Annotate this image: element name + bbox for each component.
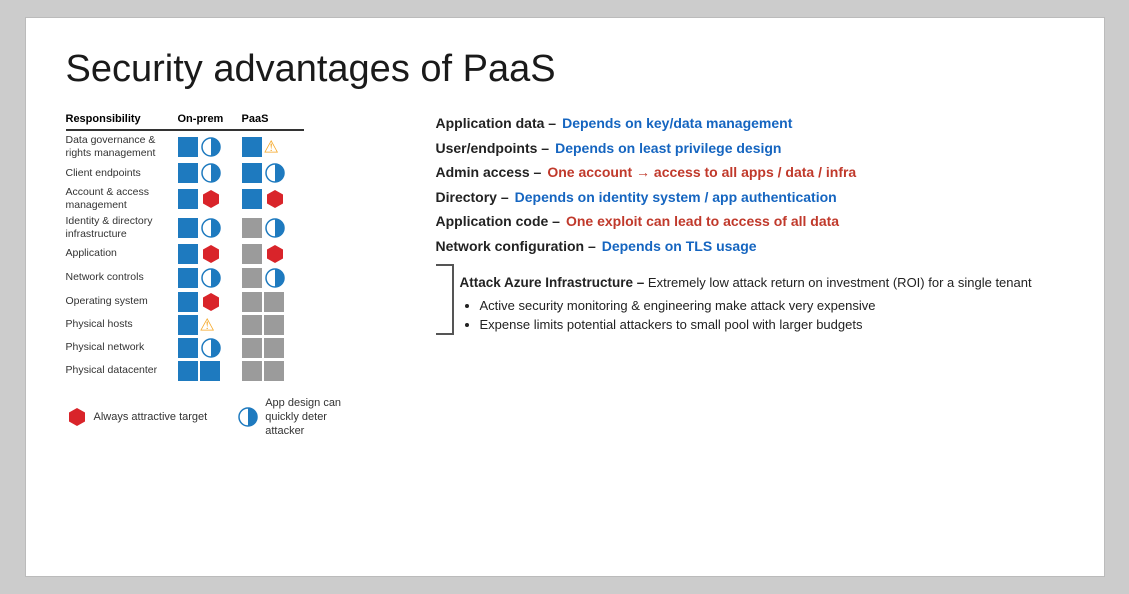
item-desc: One account → access to all apps / data … xyxy=(547,160,856,185)
table-section: Responsibility On-prem PaaS Data governa… xyxy=(66,109,406,439)
right-section: Application data –Depends on key/data ma… xyxy=(436,109,1064,439)
right-item: User/endpoints –Depends on least privile… xyxy=(436,136,1064,161)
attack-bullet: Expense limits potential attackers to sm… xyxy=(480,315,1032,335)
attack-bracket xyxy=(436,264,454,335)
item-desc: Depends on least privilege design xyxy=(555,136,781,161)
table-row: Operating system xyxy=(66,290,406,314)
table-row: Client endpoints xyxy=(66,161,406,185)
table-row: Physical hosts⚠ xyxy=(66,314,406,336)
item-label: Application code – xyxy=(436,209,560,234)
item-desc: Depends on key/data management xyxy=(562,111,792,136)
item-label: Directory – xyxy=(436,185,509,210)
main-content: Responsibility On-prem PaaS Data governa… xyxy=(66,109,1064,439)
right-item: Network configuration –Depends on TLS us… xyxy=(436,234,1064,259)
legend-item-half: App design can quickly deter attacker xyxy=(237,396,345,439)
table-row: Physical network xyxy=(66,336,406,360)
table-row: Application xyxy=(66,242,406,266)
right-item: Admin access –One account → access to al… xyxy=(436,160,1064,185)
slide-title: Security advantages of PaaS xyxy=(66,48,1064,91)
item-label: User/endpoints – xyxy=(436,136,550,161)
col-header-onprem: On-prem xyxy=(178,109,242,127)
table-row: Data governance & rights management ⚠ xyxy=(66,133,406,161)
slide: Security advantages of PaaS Responsibili… xyxy=(25,17,1105,577)
col-header-responsibility: Responsibility xyxy=(66,109,178,127)
item-desc: Depends on identity system / app authent… xyxy=(515,185,837,210)
table-row: Identity & directory infrastructure xyxy=(66,214,406,242)
right-item: Directory –Depends on identity system / … xyxy=(436,185,1064,210)
item-label: Network configuration – xyxy=(436,234,596,259)
attack-section-wrap: Attack Azure Infrastructure – Extremely … xyxy=(436,264,1064,335)
table-row: Account & access management xyxy=(66,185,406,213)
item-label: Admin access – xyxy=(436,160,542,185)
table-rows: Data governance & rights management ⚠Cli… xyxy=(66,133,406,382)
attack-section: Attack Azure Infrastructure – Extremely … xyxy=(460,272,1032,335)
right-items: Application data –Depends on key/data ma… xyxy=(436,111,1064,258)
table-row: Network controls xyxy=(66,266,406,290)
legend: Always attractive target App design can … xyxy=(66,396,406,439)
table-row: Physical datacenter xyxy=(66,360,406,382)
legend-item-red: Always attractive target xyxy=(66,406,208,428)
attack-bullets: Active security monitoring & engineering… xyxy=(480,296,1032,335)
right-item: Application data –Depends on key/data ma… xyxy=(436,111,1064,136)
half-circle-legend-icon xyxy=(237,406,259,428)
item-desc: One exploit can lead to access of all da… xyxy=(566,209,839,234)
item-label: Application data – xyxy=(436,111,557,136)
attack-bullet: Active security monitoring & engineering… xyxy=(480,296,1032,316)
col-header-paas: PaaS xyxy=(242,109,306,127)
right-item: Application code –One exploit can lead t… xyxy=(436,209,1064,234)
item-desc: Depends on TLS usage xyxy=(602,234,757,259)
red-hex-icon xyxy=(66,406,88,428)
